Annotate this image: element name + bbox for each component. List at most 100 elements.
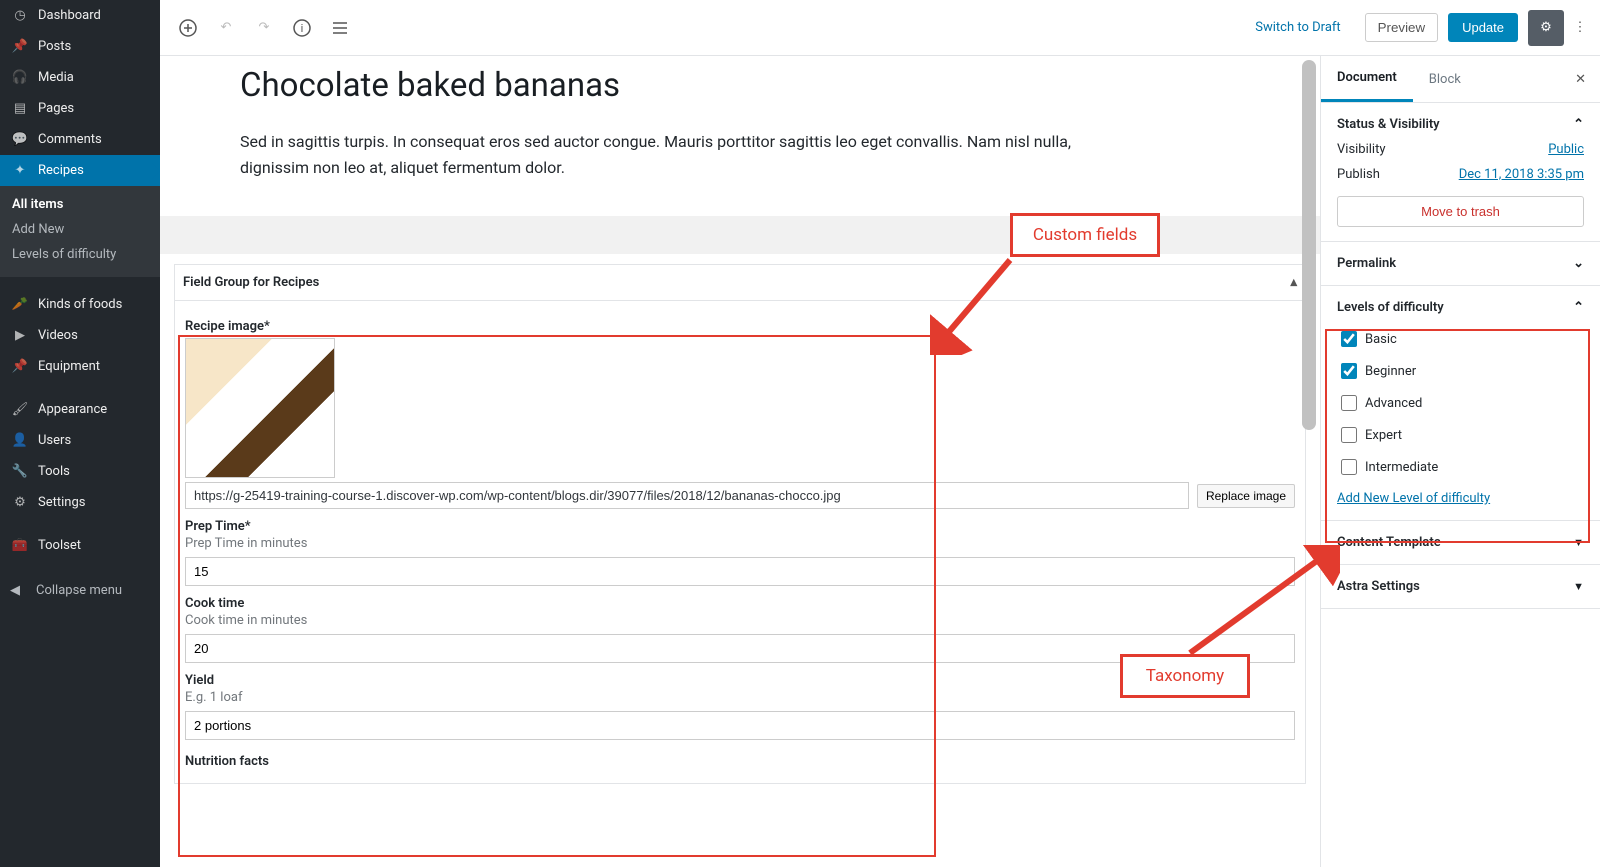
- carrot-icon: 🥕: [10, 297, 30, 312]
- level-label: Basic: [1365, 332, 1397, 347]
- level-option-beginner[interactable]: Beginner: [1337, 355, 1584, 387]
- level-option-expert[interactable]: Expert: [1337, 419, 1584, 451]
- sidebar-subitem-add-new[interactable]: Add New: [0, 217, 160, 242]
- level-label: Expert: [1365, 428, 1402, 443]
- post-title[interactable]: Chocolate baked bananas: [240, 66, 1240, 105]
- field-group-title: Field Group for Recipes: [183, 275, 319, 290]
- redo-button[interactable]: ↷: [246, 10, 282, 46]
- sidebar-item-label: Equipment: [38, 359, 100, 374]
- move-to-trash-button[interactable]: Move to trash: [1337, 196, 1584, 227]
- recipe-image-thumbnail[interactable]: [185, 338, 335, 478]
- sidebar-item-label: Posts: [38, 39, 71, 54]
- add-block-button[interactable]: [170, 10, 206, 46]
- page-icon: ▤: [10, 101, 30, 116]
- editor-main: Chocolate baked bananas Sed in sagittis …: [160, 56, 1320, 867]
- sidebar-item-label: Kinds of foods: [38, 297, 122, 312]
- sidebar-item-users[interactable]: 👤Users: [0, 425, 160, 456]
- level-label: Advanced: [1365, 396, 1422, 411]
- gear-icon: ⚙: [1540, 20, 1552, 35]
- tab-document[interactable]: Document: [1321, 56, 1413, 102]
- sidebar-item-comments[interactable]: 💬Comments: [0, 124, 160, 155]
- level-checkbox[interactable]: [1341, 427, 1357, 443]
- info-button[interactable]: i: [284, 10, 320, 46]
- post-body[interactable]: Sed in sagittis turpis. In consequat ero…: [240, 129, 1120, 180]
- sidebar-item-label: Media: [38, 70, 74, 85]
- sidebar-item-videos[interactable]: ▶Videos: [0, 320, 160, 351]
- more-menu[interactable]: ⋮: [1570, 10, 1590, 46]
- dashboard-icon: ◷: [10, 8, 30, 23]
- annotation-taxonomy-label: Taxonomy: [1120, 654, 1250, 698]
- pin-icon: 📌: [10, 359, 30, 374]
- recipe-image-url[interactable]: [185, 482, 1189, 509]
- sidebar-item-kinds-of-foods[interactable]: 🥕 Kinds of foods: [0, 289, 160, 320]
- nutrition-label: Nutrition facts: [185, 754, 1295, 769]
- publish-value[interactable]: Dec 11, 2018 3:35 pm: [1459, 167, 1584, 182]
- yield-input[interactable]: [185, 711, 1295, 740]
- level-option-basic[interactable]: Basic: [1337, 323, 1584, 355]
- kebab-icon: ⋮: [1574, 20, 1587, 35]
- add-new-level-link[interactable]: Add New Level of difficulty: [1337, 491, 1490, 506]
- level-label: Beginner: [1365, 364, 1416, 379]
- sidebar-subitem-all-items[interactable]: All items: [0, 192, 160, 217]
- sidebar-item-media[interactable]: 🎧 Media: [0, 62, 160, 93]
- replace-image-button[interactable]: Replace image: [1197, 484, 1295, 508]
- sidebar-item-dashboard[interactable]: ◷ Dashboard: [0, 0, 160, 31]
- prep-time-input[interactable]: [185, 557, 1295, 586]
- sidebar-item-label: Videos: [38, 328, 78, 343]
- chevron-up-icon: ⌃: [1573, 300, 1584, 315]
- sidebar-item-label: Settings: [38, 495, 85, 510]
- collapse-menu[interactable]: ◀ Collapse menu: [0, 573, 160, 608]
- collapse-label: Collapse menu: [36, 583, 122, 598]
- level-option-advanced[interactable]: Advanced: [1337, 387, 1584, 419]
- astra-settings-header[interactable]: Astra Settings ▼: [1337, 579, 1584, 594]
- level-checkbox[interactable]: [1341, 363, 1357, 379]
- level-checkbox[interactable]: [1341, 331, 1357, 347]
- sidebar-item-label: Dashboard: [38, 8, 101, 23]
- settings-icon: ⚙: [10, 495, 30, 510]
- pin-icon: 📌: [10, 39, 30, 54]
- chevron-down-icon: ⌄: [1573, 256, 1584, 271]
- levels-header[interactable]: Levels of difficulty ⌃: [1337, 300, 1584, 315]
- field-group-header[interactable]: Field Group for Recipes ▴: [174, 264, 1306, 300]
- chevron-up-icon: ⌃: [1573, 117, 1584, 132]
- level-checkbox[interactable]: [1341, 459, 1357, 475]
- update-button[interactable]: Update: [1448, 13, 1518, 42]
- content-template-header[interactable]: Content Template ▼: [1337, 535, 1584, 550]
- tab-block[interactable]: Block: [1413, 58, 1477, 101]
- chevron-up-icon: ▴: [1290, 275, 1297, 290]
- level-checkbox[interactable]: [1341, 395, 1357, 411]
- sidebar-item-label: Comments: [38, 132, 102, 147]
- undo-button[interactable]: ↶: [208, 10, 244, 46]
- status-visibility-header[interactable]: Status & Visibility ⌃: [1337, 117, 1584, 132]
- sidebar-item-label: Tools: [38, 464, 70, 479]
- publish-label: Publish: [1337, 167, 1380, 182]
- sidebar-item-appearance[interactable]: 🖌Appearance: [0, 394, 160, 425]
- sidebar-item-pages[interactable]: ▤Pages: [0, 93, 160, 124]
- sidebar-subitem-levels-of-difficulty[interactable]: Levels of difficulty: [0, 242, 160, 267]
- visibility-label: Visibility: [1337, 142, 1386, 157]
- collapse-icon: ◀: [10, 583, 30, 598]
- settings-toggle[interactable]: ⚙: [1528, 10, 1564, 46]
- chevron-down-icon: ▼: [1573, 580, 1584, 593]
- preview-button[interactable]: Preview: [1365, 13, 1438, 42]
- permalink-header[interactable]: Permalink ⌄: [1337, 256, 1584, 271]
- sidebar-item-label: Appearance: [38, 402, 107, 417]
- media-icon: 🎧: [10, 70, 30, 85]
- outline-button[interactable]: [322, 10, 358, 46]
- sidebar-item-toolset[interactable]: 🧰Toolset: [0, 530, 160, 561]
- close-panel-button[interactable]: ✕: [1561, 72, 1600, 87]
- level-option-intermediate[interactable]: Intermediate: [1337, 451, 1584, 483]
- sidebar-item-tools[interactable]: 🔧Tools: [0, 456, 160, 487]
- sidebar-item-label: Toolset: [38, 538, 81, 553]
- chevron-down-icon: ▼: [1573, 536, 1584, 549]
- sidebar-item-recipes[interactable]: ✦Recipes: [0, 155, 160, 186]
- visibility-value[interactable]: Public: [1548, 142, 1584, 157]
- sidebar-item-equipment[interactable]: 📌 Equipment: [0, 351, 160, 382]
- sidebar-item-posts[interactable]: 📌 Posts: [0, 31, 160, 62]
- scrollbar-thumb[interactable]: [1302, 60, 1316, 430]
- cook-time-help: Cook time in minutes: [185, 613, 1295, 628]
- switch-to-draft[interactable]: Switch to Draft: [1245, 14, 1350, 41]
- star-icon: ✦: [10, 163, 30, 178]
- sidebar-item-settings[interactable]: ⚙ Settings: [0, 487, 160, 518]
- cook-time-label: Cook time: [185, 596, 1295, 611]
